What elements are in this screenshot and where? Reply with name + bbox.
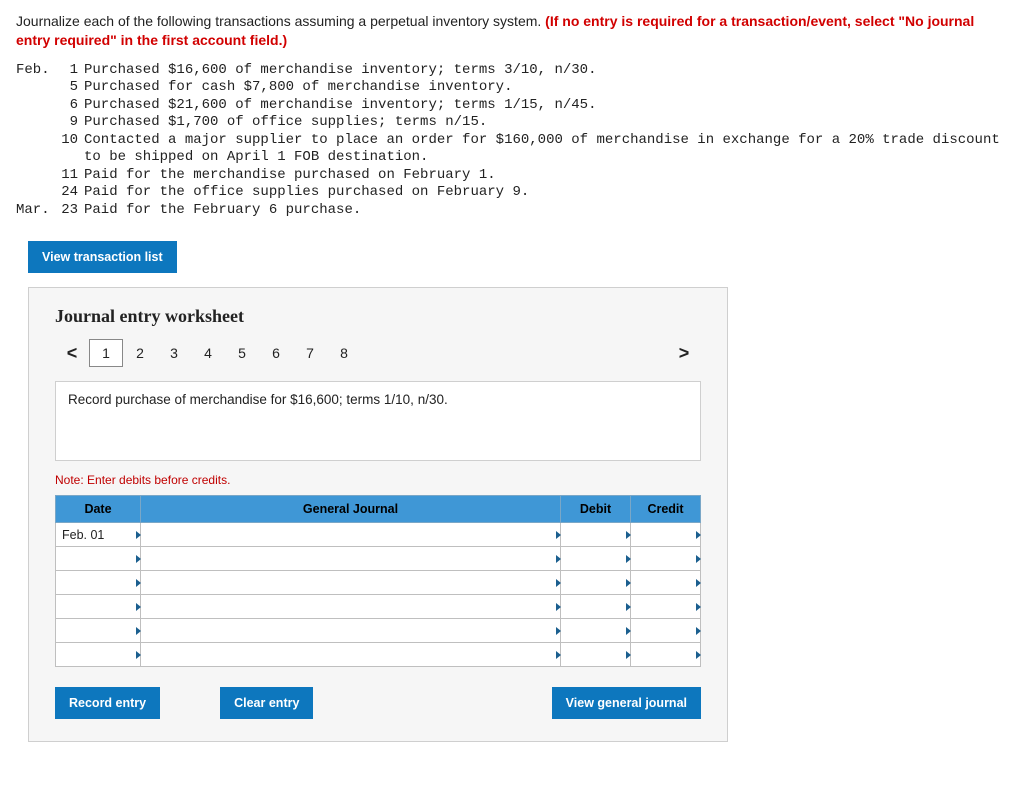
- tx-day: 10: [54, 132, 78, 167]
- tx-day: 24: [54, 184, 78, 202]
- tx-desc: Purchased $16,600 of merchandise invento…: [84, 62, 1008, 80]
- cell-gj[interactable]: [141, 619, 561, 643]
- cell-debit[interactable]: [561, 643, 631, 667]
- tx-month: [16, 184, 54, 202]
- dropdown-indicator-icon: [696, 579, 701, 587]
- problem-instructions: Journalize each of the following transac…: [16, 12, 1008, 50]
- table-row: [56, 595, 701, 619]
- journal-entry-worksheet: Journal entry worksheet <12345678 > Recor…: [28, 287, 728, 742]
- pager-step-5[interactable]: 5: [225, 339, 259, 367]
- cell-debit[interactable]: [561, 619, 631, 643]
- clear-entry-button[interactable]: Clear entry: [220, 687, 313, 719]
- pager-step-6[interactable]: 6: [259, 339, 293, 367]
- dropdown-indicator-icon: [696, 555, 701, 563]
- table-row: Feb. 01: [56, 523, 701, 547]
- cell-gj[interactable]: [141, 595, 561, 619]
- instructions-lead: Journalize each of the following transac…: [16, 13, 545, 29]
- pager-step-3[interactable]: 3: [157, 339, 191, 367]
- cell-credit[interactable]: [631, 571, 701, 595]
- worksheet-title: Journal entry worksheet: [55, 306, 701, 327]
- step-pager: <12345678 >: [55, 339, 701, 367]
- view-general-journal-button[interactable]: View general journal: [552, 687, 701, 719]
- record-entry-button[interactable]: Record entry: [55, 687, 160, 719]
- cell-credit[interactable]: [631, 595, 701, 619]
- tx-month: [16, 132, 54, 167]
- entry-prompt: Record purchase of merchandise for $16,6…: [55, 381, 701, 461]
- col-header-date: Date: [56, 496, 141, 523]
- tx-month: [16, 79, 54, 97]
- cell-credit[interactable]: [631, 523, 701, 547]
- journal-entry-table: Date General Journal Debit Credit Feb. 0…: [55, 495, 701, 667]
- tx-desc: Paid for the office supplies purchased o…: [84, 184, 1008, 202]
- pager-next[interactable]: >: [667, 339, 701, 367]
- tx-desc: Purchased $21,600 of merchandise invento…: [84, 97, 1008, 115]
- cell-date[interactable]: Feb. 01: [56, 523, 141, 547]
- cell-debit[interactable]: [561, 571, 631, 595]
- dropdown-indicator-icon: [696, 603, 701, 611]
- transaction-row: Feb.1 Purchased $16,600 of merchandise in…: [16, 62, 1008, 80]
- transaction-row: Mar.23 Paid for the February 6 purchase.: [16, 202, 1008, 220]
- col-header-credit: Credit: [631, 496, 701, 523]
- cell-date[interactable]: [56, 547, 141, 571]
- tx-day: 1: [54, 62, 78, 80]
- cell-gj[interactable]: [141, 523, 561, 547]
- cell-debit[interactable]: [561, 547, 631, 571]
- cell-date[interactable]: [56, 595, 141, 619]
- cell-gj[interactable]: [141, 547, 561, 571]
- tx-month: [16, 114, 54, 132]
- pager-step-2[interactable]: 2: [123, 339, 157, 367]
- tx-day: 11: [54, 167, 78, 185]
- cell-date[interactable]: [56, 619, 141, 643]
- debits-before-credits-note: Note: Enter debits before credits.: [55, 473, 701, 487]
- pager-step-1[interactable]: 1: [89, 339, 123, 367]
- transaction-row: 6 Purchased $21,600 of merchandise invent…: [16, 97, 1008, 115]
- table-row: [56, 571, 701, 595]
- pager-step-8[interactable]: 8: [327, 339, 361, 367]
- transaction-row: 24 Paid for the office supplies purchased…: [16, 184, 1008, 202]
- table-row: [56, 643, 701, 667]
- pager-prev[interactable]: <: [55, 339, 89, 367]
- table-row: [56, 619, 701, 643]
- transaction-list: Feb.1 Purchased $16,600 of merchandise in…: [16, 62, 1008, 220]
- tx-desc: Paid for the February 6 purchase.: [84, 202, 1008, 220]
- pager-step-4[interactable]: 4: [191, 339, 225, 367]
- tx-day: 6: [54, 97, 78, 115]
- cell-gj[interactable]: [141, 571, 561, 595]
- table-row: [56, 547, 701, 571]
- cell-debit[interactable]: [561, 523, 631, 547]
- col-header-debit: Debit: [561, 496, 631, 523]
- cell-gj[interactable]: [141, 643, 561, 667]
- col-header-general-journal: General Journal: [141, 496, 561, 523]
- dropdown-indicator-icon: [696, 651, 701, 659]
- tx-month: Mar.: [16, 202, 54, 220]
- tx-day: 9: [54, 114, 78, 132]
- transaction-row: 5 Purchased for cash $7,800 of merchandis…: [16, 79, 1008, 97]
- cell-date[interactable]: [56, 571, 141, 595]
- tx-month: [16, 167, 54, 185]
- dropdown-indicator-icon: [696, 531, 701, 539]
- cell-credit[interactable]: [631, 547, 701, 571]
- cell-credit[interactable]: [631, 643, 701, 667]
- cell-credit[interactable]: [631, 619, 701, 643]
- transaction-row: 10Contacted a major supplier to place an…: [16, 132, 1008, 167]
- tx-desc: Purchased for cash $7,800 of merchandise…: [84, 79, 1008, 97]
- transaction-row: 11 Paid for the merchandise purchased on …: [16, 167, 1008, 185]
- tx-desc: Purchased $1,700 of office supplies; ter…: [84, 114, 1008, 132]
- tx-desc: Paid for the merchandise purchased on Fe…: [84, 167, 1008, 185]
- transaction-row: 9 Purchased $1,700 of office supplies; te…: [16, 114, 1008, 132]
- view-transaction-list-button[interactable]: View transaction list: [28, 241, 177, 273]
- tx-month: [16, 97, 54, 115]
- cell-debit[interactable]: [561, 595, 631, 619]
- tx-month: Feb.: [16, 62, 54, 80]
- tx-desc: Contacted a major supplier to place an o…: [84, 132, 1008, 167]
- tx-day: 5: [54, 79, 78, 97]
- pager-step-7[interactable]: 7: [293, 339, 327, 367]
- cell-date[interactable]: [56, 643, 141, 667]
- dropdown-indicator-icon: [696, 627, 701, 635]
- tx-day: 23: [54, 202, 78, 220]
